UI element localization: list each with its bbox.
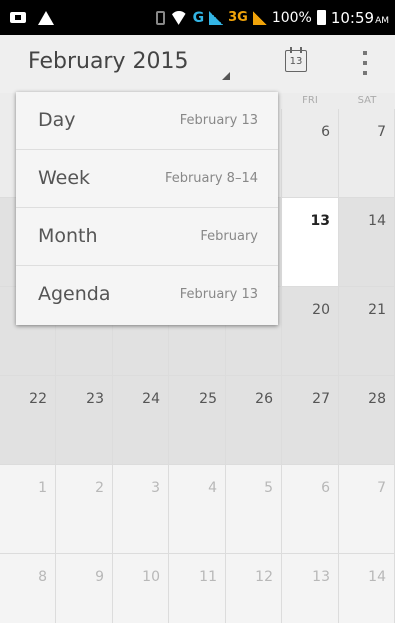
clock: 10:59AM [331,9,389,27]
battery-icon [316,10,326,25]
today-icon-ring [300,47,302,53]
vibrate-icon [155,10,165,25]
day-number: 21 [368,302,386,318]
day-number: 10 [142,569,160,585]
day-cell[interactable]: 22 [0,376,56,465]
menu-item-range: February 13 [179,287,258,302]
day-number: 9 [95,569,104,585]
day-number: 13 [312,569,330,585]
day-cell[interactable]: 13 [282,554,339,623]
day-number: 7 [377,480,386,496]
day-cell[interactable]: 8 [0,554,56,623]
signal-icon [252,10,267,25]
day-cell[interactable]: 11 [169,554,226,623]
signal-icon [209,10,224,25]
day-number: 2 [95,480,104,496]
network-3g-label: 3G [228,10,248,25]
day-number: 1 [38,480,47,496]
warning-icon [38,10,54,25]
wifi-icon [170,11,188,25]
menu-item-agenda[interactable]: Agenda February 13 [16,266,278,324]
menu-item-month[interactable]: Month February [16,208,278,266]
day-cell[interactable]: 26 [226,376,282,465]
battery-percent: 100% [271,9,312,26]
day-number: 28 [368,391,386,407]
today-calendar-icon[interactable]: 13 [285,47,307,73]
day-cell[interactable]: 7 [339,109,395,198]
menu-item-week[interactable]: Week February 8–14 [16,150,278,208]
status-bar: G 3G 100% 10:59AM [0,0,395,35]
day-cell[interactable]: 13 [282,198,339,287]
day-cell[interactable]: 24 [113,376,169,465]
menu-item-label: Week [38,167,91,189]
network-gen-label: G [192,9,205,26]
view-dropdown-menu: Day February 13 Week February 8–14 Month… [16,92,278,325]
day-cell[interactable]: 4 [169,465,226,554]
menu-item-range: February 8–14 [164,171,258,186]
day-header-fri: FRI [302,95,318,106]
day-number: 22 [29,391,47,407]
day-number: 26 [255,391,273,407]
day-number: 12 [255,569,273,585]
message-icon [10,12,26,23]
day-number: 4 [208,480,217,496]
menu-item-label: Month [38,225,98,247]
today-icon-number: 13 [289,56,303,67]
day-cell[interactable]: 12 [226,554,282,623]
day-cell[interactable]: 5 [226,465,282,554]
day-cell[interactable]: 6 [282,109,339,198]
overflow-dot [363,61,367,65]
day-cell[interactable]: 23 [56,376,113,465]
day-number: 23 [86,391,104,407]
day-cell[interactable]: 21 [339,287,395,376]
overflow-dot [363,71,367,75]
day-cell[interactable]: 20 [282,287,339,376]
day-number: 6 [321,124,330,140]
day-cell[interactable]: 10 [113,554,169,623]
clock-time: 10:59 [330,8,375,27]
menu-item-label: Agenda [38,283,111,305]
menu-item-range: February [200,229,258,244]
day-number: 14 [368,213,386,229]
today-icon-ring [290,47,292,53]
day-cell[interactable]: 1 [0,465,56,554]
day-number: 25 [199,391,217,407]
day-number: 5 [264,480,273,496]
day-number: 6 [321,480,330,496]
menu-item-range: February 13 [179,113,258,128]
day-number: 8 [38,569,47,585]
day-number: 3 [151,480,160,496]
menu-item-label: Day [38,109,76,131]
day-cell[interactable]: 2 [56,465,113,554]
overflow-dot [363,51,367,55]
week-row: 22 23 24 25 26 27 28 [0,376,395,465]
day-number: 11 [199,569,217,585]
action-bar: February 2015 13 [0,35,395,93]
day-header-sat: SAT [357,95,377,106]
day-cell[interactable]: 25 [169,376,226,465]
day-number: 14 [368,569,386,585]
week-row: 8 9 10 11 12 13 14 [0,554,395,623]
dropdown-caret-icon[interactable] [222,72,230,80]
day-number: 13 [310,213,330,229]
overflow-menu-icon[interactable] [358,51,372,75]
day-cell[interactable]: 6 [282,465,339,554]
menu-item-day[interactable]: Day February 13 [16,92,278,150]
day-number: 7 [377,124,386,140]
week-row: 1 2 3 4 5 6 7 [0,465,395,554]
day-cell[interactable]: 14 [339,198,395,287]
day-cell[interactable]: 14 [339,554,395,623]
day-cell[interactable]: 9 [56,554,113,623]
day-number: 24 [142,391,160,407]
day-cell[interactable]: 28 [339,376,395,465]
day-cell[interactable]: 3 [113,465,169,554]
day-cell[interactable]: 27 [282,376,339,465]
day-number: 27 [312,391,330,407]
day-cell[interactable]: 7 [339,465,395,554]
clock-ampm: AM [375,15,389,26]
month-title[interactable]: February 2015 [28,49,188,74]
day-number: 20 [312,302,330,318]
calendar-app-screen: G 3G 100% 10:59AM February 2015 13 FRI S… [0,0,395,623]
